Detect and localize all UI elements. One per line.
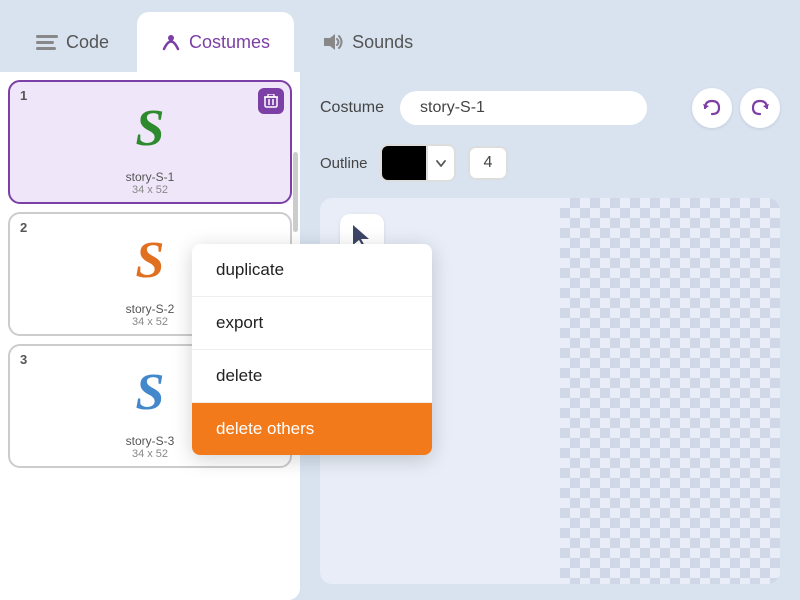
outline-label: Outline — [320, 155, 368, 172]
outline-dropdown-btn[interactable] — [428, 144, 456, 182]
item-size-3: 34 x 52 — [132, 448, 168, 460]
trash-icon-1 — [264, 94, 278, 108]
tab-costumes[interactable]: Costumes — [137, 12, 294, 72]
undo-redo-btns — [692, 88, 780, 128]
tab-code-label: Code — [66, 32, 109, 53]
costume-name-input[interactable] — [400, 91, 647, 125]
code-icon — [36, 33, 58, 51]
tab-sounds[interactable]: Sounds — [298, 12, 437, 72]
costume-img-1: S — [90, 88, 210, 168]
context-menu-duplicate[interactable]: duplicate — [192, 244, 432, 297]
costume-item-1[interactable]: 1 S story-S-1 34 x 52 — [8, 80, 292, 204]
costume-label: Costume — [320, 99, 384, 117]
outline-color-box — [380, 144, 428, 182]
scroll-indicator — [293, 152, 298, 232]
sounds-icon — [322, 32, 344, 52]
redo-icon — [750, 99, 770, 117]
outline-value: 4 — [468, 146, 509, 180]
tab-sounds-label: Sounds — [352, 32, 413, 53]
item-name-1: story-S-1 — [126, 170, 175, 184]
item-number-3: 3 — [20, 352, 27, 367]
outline-row: Outline 4 — [320, 144, 780, 182]
undo-button[interactable] — [692, 88, 732, 128]
costumes-icon — [161, 32, 181, 52]
item-size-1: 34 x 52 — [132, 184, 168, 196]
context-menu-delete-others[interactable]: delete others — [192, 403, 432, 455]
tab-bar: Code Costumes Sounds — [0, 0, 800, 72]
item-number-2: 2 — [20, 220, 27, 235]
context-menu-export[interactable]: export — [192, 297, 432, 350]
item-size-2: 34 x 52 — [132, 316, 168, 328]
outline-color-picker[interactable] — [380, 144, 456, 182]
canvas-checkered — [560, 198, 780, 584]
delete-button-1[interactable] — [258, 88, 284, 114]
costume-name-row: Costume — [320, 88, 780, 128]
undo-icon — [702, 99, 722, 117]
context-menu-delete[interactable]: delete — [192, 350, 432, 403]
item-number-1: 1 — [20, 88, 27, 103]
item-name-2: story-S-2 — [126, 302, 175, 316]
tab-costumes-label: Costumes — [189, 32, 270, 53]
redo-button[interactable] — [740, 88, 780, 128]
tab-code[interactable]: Code — [12, 12, 133, 72]
item-name-3: story-S-3 — [126, 434, 175, 448]
context-menu: duplicate export delete delete others — [192, 244, 432, 455]
chevron-down-icon — [436, 160, 446, 167]
